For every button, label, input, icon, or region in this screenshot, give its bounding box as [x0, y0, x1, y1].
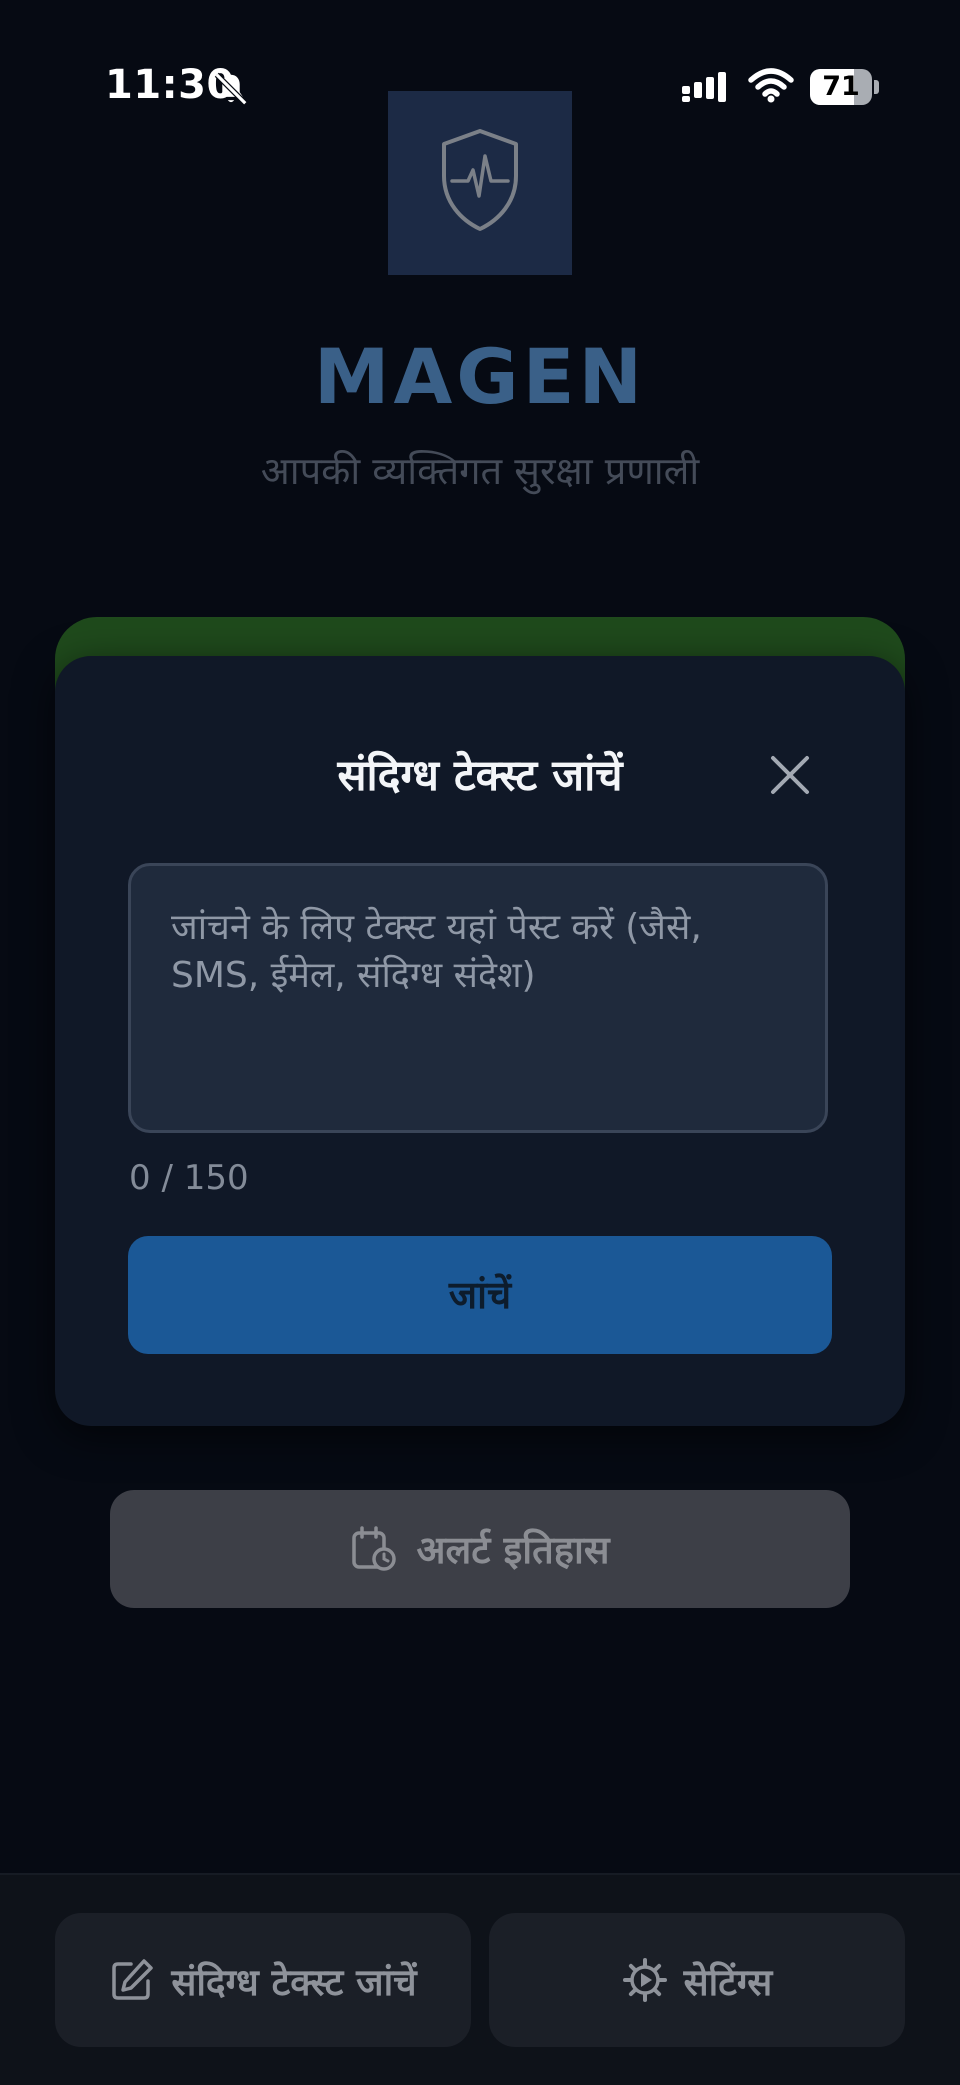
suspicious-text-input[interactable]: जांचने के लिए टेक्स्ट यहां पेस्ट करें (ज… [128, 863, 828, 1133]
app-title: MAGEN [313, 332, 647, 421]
nav-settings-button[interactable]: सेटिंग्स [489, 1913, 905, 2047]
alert-history-label: अलर्ट इतिहास [416, 1528, 610, 1572]
bottom-nav: संदिग्ध टेक्स्ट जांचें सेटिंग्स [0, 1875, 960, 2085]
app-subtitle: आपकी व्यक्तिगत सुरक्षा प्रणाली [260, 449, 700, 493]
char-counter: 0 / 150 [129, 1158, 249, 1198]
signal-icon [682, 72, 726, 102]
check-button[interactable]: जांचें [128, 1236, 832, 1354]
app-logo [388, 91, 572, 275]
close-icon[interactable] [767, 752, 813, 798]
bell-muted-icon [214, 72, 248, 106]
nav-check-text-button[interactable]: संदिग्ध टेक्स्ट जांचें [55, 1913, 471, 2047]
gear-icon [622, 1958, 667, 2002]
check-text-modal: संदिग्ध टेक्स्ट जांचें जांचने के लिए टेक… [55, 656, 905, 1426]
wifi-icon [748, 68, 794, 103]
nav-settings-label: सेटिंग्स [683, 1960, 773, 2004]
calendar-clock-icon [352, 1526, 397, 1571]
shield-heartbeat-icon [442, 129, 518, 231]
battery-indicator: 71 [810, 69, 879, 105]
battery-percent: 71 [822, 71, 860, 102]
nav-check-text-label: संदिग्ध टेक्स्ट जांचें [171, 1960, 417, 2004]
alert-history-button[interactable]: अलर्ट इतिहास [110, 1490, 850, 1608]
edit-icon [112, 1959, 154, 2000]
